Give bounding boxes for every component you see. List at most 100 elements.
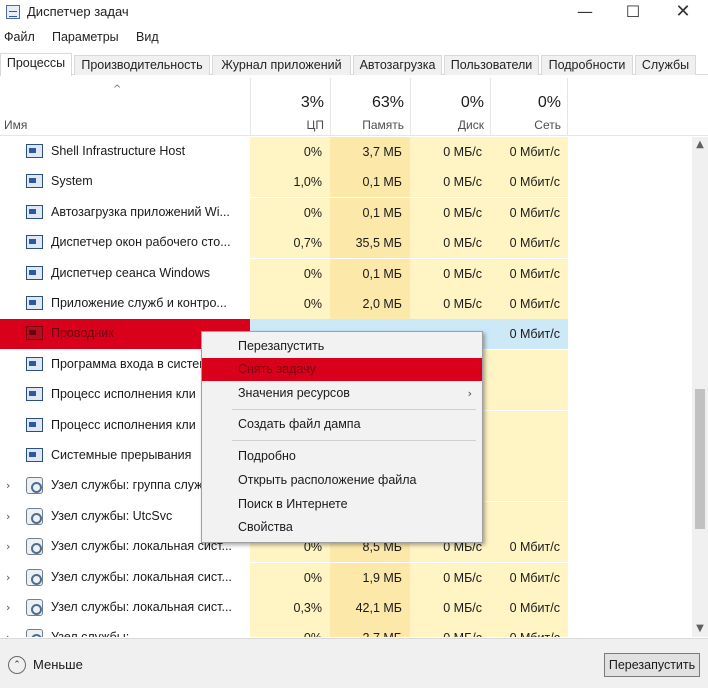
expand-chevron-icon[interactable]: ›	[6, 601, 10, 614]
menu-item-label: Поиск в Интернете	[238, 497, 348, 511]
tab-app-history[interactable]: Журнал приложений	[212, 55, 351, 75]
process-window-icon	[26, 266, 43, 280]
process-name: Узел службы: локальная сист...	[51, 570, 232, 584]
network-value	[490, 502, 568, 532]
cpu-value: 0%	[250, 198, 330, 228]
process-window-icon	[26, 174, 43, 188]
menu-item-resource-values[interactable]: Значения ресурсов ›	[202, 382, 482, 405]
process-row[interactable]: System 1,0% 0,1 МБ 0 МБ/с 0 Мбит/с	[0, 167, 692, 197]
expand-chevron-icon[interactable]: ›	[6, 510, 10, 523]
tab-details[interactable]: Подробности	[541, 55, 633, 75]
network-value: 0 Мбит/с	[490, 259, 568, 289]
fewer-details-link[interactable]: Меньше	[33, 657, 83, 672]
process-name-cell[interactable]: › Узел службы: локальная сист...	[0, 563, 250, 593]
menu-item-label: Открыть расположение файла	[238, 473, 417, 487]
menu-item-properties[interactable]: Свойства	[202, 516, 482, 539]
memory-value: 2,0 МБ	[330, 289, 410, 319]
column-cpu[interactable]: 3% ЦП	[250, 78, 330, 136]
scroll-thumb[interactable]	[695, 389, 705, 529]
column-disk[interactable]: 0% Диск	[410, 78, 490, 136]
process-row[interactable]: Автозагрузка приложений Wi... 0% 0,1 МБ 0 М…	[0, 198, 692, 228]
menu-item-details[interactable]: Подробно	[202, 445, 482, 468]
process-name-cell[interactable]: Shell Infrastructure Host	[0, 137, 250, 167]
disk-value: 0 МБ/с	[410, 593, 490, 623]
menu-options[interactable]: Параметры	[52, 30, 119, 44]
network-value: 0 Мбит/с	[490, 167, 568, 197]
column-header: ^ Имя 3% ЦП 63% Память 0% Диск 0% Сеть	[0, 78, 708, 136]
network-value: 0 Мбит/с	[490, 623, 568, 637]
tab-performance[interactable]: Производительность	[74, 55, 210, 75]
process-window-icon	[26, 448, 43, 462]
disk-value: 0 МБ/с	[410, 167, 490, 197]
submenu-arrow-icon: ›	[467, 387, 472, 400]
process-name-cell[interactable]: Автозагрузка приложений Wi...	[0, 198, 250, 228]
context-menu: Перезапустить Снять задачу Значения ресурс…	[201, 331, 483, 543]
expand-chevron-icon[interactable]: ›	[6, 571, 10, 584]
process-name: Shell Infrastructure Host	[51, 144, 186, 158]
column-memory[interactable]: 63% Память	[330, 78, 410, 136]
menu-item-open-file-location[interactable]: Открыть расположение файла	[202, 469, 482, 492]
process-name: Диспетчер сеанса Windows	[51, 266, 211, 280]
memory-value: 3,7 МБ	[330, 137, 410, 167]
process-name-cell[interactable]: › Узел службы: ...	[0, 623, 250, 637]
process-window-icon	[26, 205, 43, 219]
tab-users[interactable]: Пользователи	[444, 55, 539, 75]
process-row[interactable]: Диспетчер окон рабочего сто... 0,7% 35,5 М…	[0, 228, 692, 258]
process-name-cell[interactable]: › Узел службы: локальная сист...	[0, 593, 250, 623]
process-window-icon	[26, 418, 43, 432]
cpu-value: 0%	[250, 289, 330, 319]
scroll-up-icon[interactable]: ▲	[692, 137, 708, 153]
memory-value: 0,1 МБ	[330, 198, 410, 228]
menu-item-search-online[interactable]: Поиск в Интернете	[202, 493, 482, 516]
service-gear-icon	[26, 508, 43, 525]
menu-separator	[232, 409, 476, 410]
process-row[interactable]: Диспетчер сеанса Windows 0% 0,1 МБ 0 МБ/с 0 …	[0, 259, 692, 289]
process-row[interactable]: › Узел службы: локальная сист... 0% 1,9 МБ 0…	[0, 563, 692, 593]
service-gear-icon	[26, 569, 43, 586]
tab-services[interactable]: Службы	[635, 55, 696, 75]
process-name: System	[51, 174, 93, 188]
maximize-button[interactable]: ☐	[610, 0, 656, 26]
service-gear-icon	[26, 629, 43, 637]
tab-processes[interactable]: Процессы	[0, 53, 72, 76]
memory-value: 42,1 МБ	[330, 593, 410, 623]
process-name-cell[interactable]: Приложение служб и контро...	[0, 289, 250, 319]
menu-item-restart[interactable]: Перезапустить	[202, 335, 482, 358]
scroll-down-icon[interactable]: ▼	[692, 621, 708, 637]
network-value: 0 Мбит/с	[490, 319, 568, 349]
expand-chevron-icon[interactable]: ›	[6, 540, 10, 553]
collapse-chevron-icon[interactable]: ⌃	[8, 656, 26, 674]
expand-chevron-icon[interactable]: ›	[6, 631, 10, 637]
network-value	[490, 350, 568, 380]
expand-chevron-icon[interactable]: ›	[6, 479, 10, 492]
memory-total: 63%	[371, 94, 404, 111]
process-row[interactable]: Приложение служб и контро... 0% 2,0 МБ 0 МБ…	[0, 289, 692, 319]
menu-file[interactable]: Файл	[4, 30, 35, 44]
process-name: Приложение служб и контро...	[51, 296, 227, 310]
menu-item-label: Создать файл дампа	[238, 417, 361, 431]
vertical-scrollbar[interactable]: ▲ ▼	[692, 137, 708, 637]
process-name-cell[interactable]: System	[0, 167, 250, 197]
process-row[interactable]: › Узел службы: ... 0%2,7 МБ0 МБ/с0 Мбит/с	[0, 623, 692, 637]
process-name-cell[interactable]: Диспетчер окон рабочего сто...	[0, 228, 250, 258]
process-name: Узел службы: локальная сист...	[51, 600, 232, 614]
menu-view[interactable]: Вид	[136, 30, 159, 44]
restart-button[interactable]: Перезапустить	[604, 653, 700, 677]
minimize-button[interactable]: —	[562, 0, 608, 26]
process-row[interactable]: Shell Infrastructure Host 0% 3,7 МБ 0 МБ/с 0…	[0, 137, 692, 167]
menu-item-create-dump[interactable]: Создать файл дампа	[202, 413, 482, 436]
disk-value: 0 МБ/с	[410, 623, 490, 637]
memory-value: 2,7 МБ	[330, 623, 410, 637]
column-name[interactable]: Имя	[4, 118, 27, 132]
process-name-cell[interactable]: Диспетчер сеанса Windows	[0, 259, 250, 289]
menu-item-end-task[interactable]: Снять задачу	[202, 358, 482, 381]
close-button[interactable]: ✕	[660, 0, 706, 26]
task-manager-app-icon	[6, 5, 20, 19]
process-row[interactable]: › Узел службы: локальная сист... 0,3% 42,1 …	[0, 593, 692, 623]
column-network[interactable]: 0% Сеть	[490, 78, 568, 136]
service-gear-icon	[26, 538, 43, 555]
tab-startup[interactable]: Автозагрузка	[353, 55, 442, 75]
network-total: 0%	[537, 94, 561, 111]
network-value: 0 Мбит/с	[490, 563, 568, 593]
memory-label: Память	[362, 118, 404, 132]
